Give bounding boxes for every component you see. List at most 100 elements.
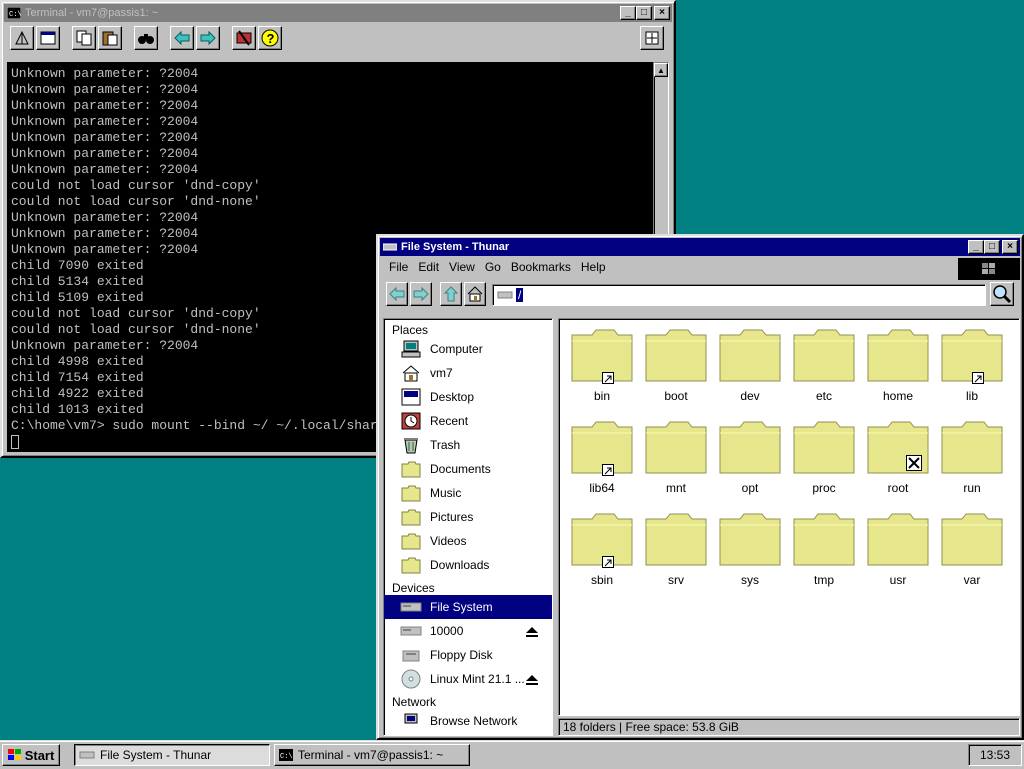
menu-file[interactable]: File [384, 260, 413, 274]
menu-help[interactable]: Help [576, 260, 611, 274]
network-icon [400, 711, 422, 731]
sidebar-item-videos[interactable]: Videos [384, 529, 552, 553]
arrow-right-icon [413, 286, 429, 302]
folder-icon [718, 419, 782, 475]
location-input[interactable]: / [492, 284, 986, 306]
window-button[interactable] [36, 26, 60, 50]
paste-button[interactable] [98, 26, 122, 50]
statusbar: 18 folders | Free space: 53.8 GiB [558, 718, 1020, 736]
sidebar-item-downloads[interactable]: Downloads [384, 553, 552, 577]
folder-item[interactable]: lib64 [565, 419, 639, 511]
terminal-line: Unknown parameter: ?2004 [11, 130, 199, 145]
task-button-terminal[interactable]: C:\ Terminal - vm7@passis1: ~ [274, 744, 470, 766]
terminal-titlebar[interactable]: C:\ Terminal - vm7@passis1: ~ _ □ × [4, 4, 672, 22]
folder-item[interactable]: dev [713, 327, 787, 419]
taskbar: Start File System - Thunar C:\ Terminal … [0, 740, 1024, 769]
start-button[interactable]: Start [2, 744, 60, 766]
drive-icon [400, 621, 422, 641]
close-button[interactable]: × [654, 6, 670, 20]
eject-icon[interactable] [526, 626, 538, 640]
copy-icon [76, 30, 92, 46]
search-button[interactable] [990, 282, 1014, 306]
sidebar-item-vm7[interactable]: vm7 [384, 361, 552, 385]
task-label: Terminal - vm7@passis1: ~ [298, 748, 444, 762]
minimize-button[interactable]: _ [620, 6, 636, 20]
folder-item[interactable]: run [935, 419, 1009, 511]
eject-icon[interactable] [526, 674, 538, 688]
folder-item[interactable]: sbin [565, 511, 639, 603]
back-button[interactable] [386, 282, 408, 306]
windows-logo-icon [982, 263, 995, 274]
help-button[interactable]: ? [258, 26, 282, 50]
scroll-up-button[interactable]: ▲ [654, 63, 668, 77]
folder-item[interactable]: usr [861, 511, 935, 603]
folder-item[interactable]: mnt [639, 419, 713, 511]
sidebar-item-file-system[interactable]: File System [384, 595, 552, 619]
folder-item[interactable]: opt [713, 419, 787, 511]
maximize-button[interactable]: □ [636, 6, 652, 20]
cd-icon [400, 669, 422, 689]
folder-icon [940, 327, 1004, 384]
copy-button[interactable] [72, 26, 96, 50]
sidebar-item-pictures[interactable]: Pictures [384, 505, 552, 529]
clock-text: 13:53 [979, 748, 1011, 762]
drive-icon [383, 243, 397, 251]
folder-item[interactable]: proc [787, 419, 861, 511]
folder-item[interactable]: tmp [787, 511, 861, 603]
sidebar-item-label: Linux Mint 21.1 ... [430, 672, 525, 686]
task-button-thunar[interactable]: File System - Thunar [74, 744, 270, 766]
folder-item[interactable]: var [935, 511, 1009, 603]
properties-button[interactable] [10, 26, 34, 50]
folder-item[interactable]: srv [639, 511, 713, 603]
menu-edit[interactable]: Edit [413, 260, 444, 274]
terminal-line: Unknown parameter: ?2004 [11, 210, 199, 225]
folder-item[interactable]: bin [565, 327, 639, 419]
find-button[interactable] [134, 26, 158, 50]
folder-item[interactable]: root [861, 419, 935, 511]
thunar-window[interactable]: File System - Thunar _ □ × File Edit View G… [376, 234, 1024, 740]
throbber [958, 258, 1020, 280]
menu-view[interactable]: View [444, 260, 480, 274]
folder-item[interactable]: etc [787, 327, 861, 419]
location-text: / [516, 288, 524, 302]
sidebar-item-desktop[interactable]: Desktop [384, 385, 552, 409]
file-view[interactable]: bin boot dev etc home lib lib64 mnt opt proc root r… [558, 318, 1020, 716]
folder-item[interactable]: home [861, 327, 935, 419]
menu-bookmarks[interactable]: Bookmarks [506, 260, 576, 274]
terminal-toolbar: ? [2, 22, 674, 54]
up-button[interactable] [440, 282, 462, 306]
sidebar-item-linux-mint-21-1[interactable]: Linux Mint 21.1 ... [384, 667, 552, 691]
folder-label: sys [741, 573, 759, 587]
fullscreen-button[interactable] [640, 26, 664, 50]
folder-item[interactable]: sys [713, 511, 787, 603]
forward-button[interactable] [196, 26, 220, 50]
terminal-icon: C:\ [279, 749, 293, 761]
folder-item[interactable]: boot [639, 327, 713, 419]
folder-label: usr [889, 573, 907, 587]
forward-button[interactable] [410, 282, 432, 306]
back-button[interactable] [170, 26, 194, 50]
sidebar-item-floppy-disk[interactable]: Floppy Disk [384, 643, 552, 667]
sidebar-item-10000[interactable]: 10000 [384, 619, 552, 643]
folder-label: etc [815, 389, 832, 403]
sidebar-item-browse-network[interactable]: Browse Network [384, 709, 552, 733]
sidebar-item-music[interactable]: Music [384, 481, 552, 505]
minimize-button[interactable]: _ [968, 240, 984, 254]
folder-label: lib [965, 389, 978, 403]
folder-icon [570, 327, 634, 384]
folder-item[interactable]: lib [935, 327, 1009, 419]
sidebar-header: Network [392, 695, 437, 709]
tools-button[interactable] [232, 26, 256, 50]
sidebar-item-computer[interactable]: Computer [384, 337, 552, 361]
maximize-button[interactable]: □ [984, 240, 1000, 254]
sidebar-item-label: Documents [430, 462, 491, 476]
computer-icon [400, 339, 422, 359]
location-toolbar: / [378, 278, 1022, 310]
home-button[interactable] [464, 282, 486, 306]
sidebar-item-documents[interactable]: Documents [384, 457, 552, 481]
thunar-titlebar[interactable]: File System - Thunar _ □ × [380, 238, 1020, 256]
menu-go[interactable]: Go [480, 260, 506, 274]
sidebar-item-trash[interactable]: Trash [384, 433, 552, 457]
close-button[interactable]: × [1002, 240, 1018, 254]
sidebar-item-recent[interactable]: Recent [384, 409, 552, 433]
